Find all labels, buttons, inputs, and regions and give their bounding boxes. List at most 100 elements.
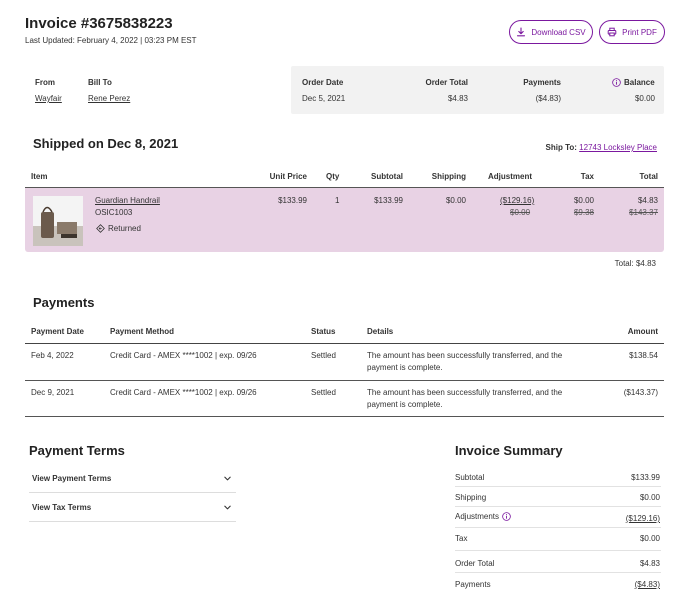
payment-terms-title: Payment Terms [29, 443, 125, 458]
summary-order-total-label: Order Total [455, 559, 495, 568]
chevron-down-icon [224, 476, 231, 480]
summary-shipping-value: $0.00 [639, 493, 660, 502]
col-payment-date: Payment Date [31, 327, 84, 336]
print-pdf-button[interactable]: Print PDF [599, 20, 665, 44]
order-total-label: Order Total [425, 78, 468, 87]
shipment-total: Total: $4.83 [614, 259, 656, 268]
summary-order-total-value: $4.83 [639, 559, 660, 568]
summary-tax-value: $0.00 [639, 534, 660, 543]
view-tax-terms-toggle[interactable]: View Tax Terms [29, 493, 236, 522]
tax-value: $0.00 [573, 196, 594, 205]
summary-divider [455, 527, 661, 528]
view-payment-terms-label: View Payment Terms [32, 473, 112, 483]
col-tax: Tax [580, 172, 594, 181]
col-adjustment: Adjustment [488, 172, 532, 181]
col-payment-method: Payment Method [110, 327, 175, 336]
total-original: $143.37 [629, 208, 658, 217]
summary-subtotal-label: Subtotal [455, 473, 485, 482]
payment-method: Credit Card - AMEX ****1002 | exp. 09/26 [110, 351, 257, 360]
payment-amount: $138.54 [629, 351, 658, 360]
payments-title: Payments [33, 295, 95, 310]
summary-divider [455, 550, 661, 551]
product-image[interactable] [33, 196, 83, 246]
return-status-label: Returned [108, 224, 141, 233]
subtotal-value: $133.99 [374, 196, 403, 205]
summary-divider [455, 506, 661, 507]
payment-amount: ($143.37) [623, 388, 658, 397]
payment-method: Credit Card - AMEX ****1002 | exp. 09/26 [110, 388, 257, 397]
payment-status: Settled [311, 351, 336, 360]
payment-details: The amount has been successfully transfe… [367, 351, 563, 360]
summary-adjustments: Adjustments [455, 512, 511, 521]
col-subtotal: Subtotal [371, 172, 403, 181]
payments-row-divider [25, 380, 664, 381]
payment-date: Feb 4, 2022 [31, 351, 74, 360]
payment-status: Settled [311, 388, 336, 397]
tax-original: $9.38 [573, 208, 594, 217]
ship-to: Ship To: 12743 Locksley Place [546, 143, 657, 152]
col-status: Status [311, 327, 336, 336]
payments-label: Payments [523, 78, 561, 87]
col-details: Details [367, 327, 394, 336]
invoice-summary-title: Invoice Summary [455, 443, 563, 458]
ship-to-address-link[interactable]: 12743 Locksley Place [579, 143, 657, 152]
return-status: Returned [96, 224, 141, 233]
print-pdf-label: Print PDF [622, 27, 657, 37]
info-icon[interactable] [502, 512, 511, 521]
balance-header: Balance [612, 78, 655, 87]
payment-date: Dec 9, 2021 [31, 388, 75, 397]
product-sku: OSIC1003 [95, 208, 133, 217]
ship-to-label: Ship To: [545, 143, 577, 152]
payment-details-cont: payment is complete. [367, 363, 443, 372]
summary-adjustments-link[interactable]: ($129.16) [626, 514, 660, 523]
balance-value: $0.00 [634, 94, 655, 103]
summary-tax-label: Tax [455, 534, 468, 543]
bill-to-label: Bill To [88, 78, 112, 87]
col-unit-price: Unit Price [269, 172, 307, 181]
payment-details-cont: payment is complete. [367, 400, 443, 409]
summary-divider [455, 486, 661, 487]
order-date-value: Dec 5, 2021 [302, 94, 346, 103]
info-icon[interactable] [612, 78, 621, 87]
invoice-title: Invoice #3675838223 [25, 15, 173, 32]
unit-price-value: $133.99 [278, 196, 307, 205]
download-csv-label: Download CSV [531, 27, 586, 37]
shipment-title: Shipped on Dec 8, 2021 [33, 136, 179, 151]
summary-adjustments-label: Adjustments [455, 512, 500, 521]
adjustment-original: $0.00 [510, 208, 531, 217]
order-parties [25, 66, 287, 114]
payments-value: ($4.83) [535, 94, 561, 103]
payments-bottom-divider [25, 416, 664, 417]
view-tax-terms-label: View Tax Terms [32, 502, 92, 512]
from-label: From [35, 78, 55, 87]
col-qty: Qty [326, 172, 340, 181]
col-shipping: Shipping [431, 172, 466, 181]
download-csv-button[interactable]: Download CSV [509, 20, 593, 44]
returned-icon [96, 224, 105, 233]
col-total: Total [639, 172, 658, 181]
print-icon [607, 27, 617, 37]
col-amount: Amount [627, 327, 658, 336]
summary-payments-link[interactable]: ($4.83) [635, 580, 660, 589]
summary-shipping-label: Shipping [455, 493, 487, 502]
payments-header-divider [25, 343, 664, 344]
balance-label: Balance [624, 78, 655, 87]
from-link[interactable]: Wayfair [35, 94, 62, 103]
col-item: Item [31, 172, 48, 181]
order-date-label: Order Date [302, 78, 344, 87]
payment-details: The amount has been successfully transfe… [367, 388, 563, 397]
view-payment-terms-toggle[interactable]: View Payment Terms [29, 464, 236, 493]
product-name-link[interactable]: Guardian Handrail [95, 196, 160, 205]
total-value: $4.83 [637, 196, 658, 205]
summary-payments-label: Payments [455, 580, 491, 589]
bill-to-link[interactable]: Rene Perez [88, 94, 130, 103]
last-updated-text: Last Updated: February 4, 2022 | 03:23 P… [25, 36, 197, 45]
order-summary-strip [291, 66, 664, 114]
order-total-value: $4.83 [447, 94, 468, 103]
download-icon [517, 27, 526, 37]
qty-value: 1 [335, 196, 340, 205]
summary-divider [455, 572, 661, 573]
adjustment-link[interactable]: ($129.16) [500, 196, 534, 205]
chevron-down-icon [224, 505, 231, 509]
summary-subtotal-value: $133.99 [631, 473, 660, 482]
